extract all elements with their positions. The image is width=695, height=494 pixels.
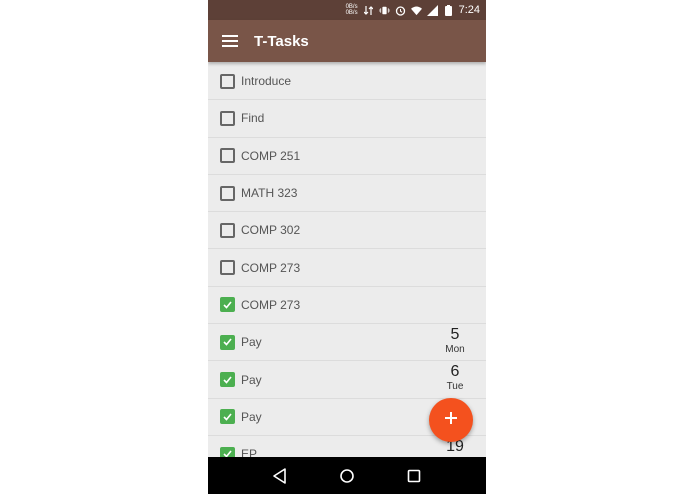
wifi-icon [410, 5, 422, 16]
checkmark-icon [223, 338, 232, 346]
task-row[interactable]: COMP 273 [208, 249, 486, 287]
task-checkbox[interactable] [220, 260, 235, 276]
task-checkbox-checked[interactable] [220, 409, 235, 425]
task-row[interactable]: COMP 251 [208, 138, 486, 175]
task-label: COMP 251 [241, 148, 301, 163]
system-nav-bar [208, 457, 486, 494]
task-checkbox[interactable] [220, 110, 235, 126]
task-label: Pay [241, 409, 262, 424]
task-checkbox[interactable] [220, 222, 235, 238]
battery-icon [443, 4, 454, 16]
task-due-date: 6 Tue [440, 363, 470, 393]
network-speed: 0B/s 0B/s [346, 4, 358, 16]
task-label: Pay [241, 335, 262, 350]
alarm-icon [395, 5, 406, 16]
recents-icon[interactable] [402, 464, 426, 488]
task-label: Pay [241, 372, 262, 387]
task-label: COMP 302 [241, 223, 301, 238]
due-date-number: 5 [450, 326, 460, 344]
app-bar: T-Tasks [208, 20, 486, 62]
task-label: EP [241, 447, 258, 457]
plus-icon [444, 411, 458, 430]
phone-screen: 0B/s 0B/s 7:24 T-Tasks Introduce Find COMP… [208, 0, 486, 494]
vibrate-icon [378, 5, 390, 16]
home-icon[interactable] [335, 464, 359, 488]
task-row[interactable]: Find [208, 100, 486, 138]
task-row[interactable]: Pay 5 Mon [208, 324, 486, 362]
task-checkbox-checked[interactable] [220, 446, 235, 457]
checkmark-icon [223, 376, 232, 384]
due-date-number: 6 [450, 363, 460, 381]
task-checkbox-checked[interactable] [220, 372, 235, 388]
add-task-button[interactable] [429, 398, 473, 442]
task-label: MATH 323 [241, 186, 298, 201]
due-date-weekday: Mon [445, 344, 465, 356]
checkmark-icon [223, 450, 232, 457]
task-checkbox-checked[interactable] [220, 334, 235, 350]
task-label: COMP 273 [241, 297, 301, 312]
signal-icon [426, 4, 438, 16]
task-checkbox[interactable] [220, 73, 235, 89]
task-row[interactable]: MATH 323 [208, 175, 486, 213]
task-label: Find [241, 111, 265, 126]
task-due-date: 5 Mon [440, 326, 470, 356]
task-checkbox[interactable] [220, 185, 235, 201]
status-bar: 0B/s 0B/s 7:24 [208, 0, 486, 20]
task-checkbox-checked[interactable] [220, 297, 235, 313]
hamburger-menu-icon[interactable] [208, 20, 252, 62]
data-transfer-icon [363, 5, 374, 16]
checkmark-icon [223, 413, 232, 421]
task-row[interactable]: COMP 273 [208, 287, 486, 325]
task-label: COMP 273 [241, 260, 301, 275]
clock-time: 7:24 [458, 4, 480, 16]
task-checkbox[interactable] [220, 148, 235, 164]
task-row[interactable]: COMP 302 [208, 212, 486, 250]
due-date-weekday: Tue [446, 381, 464, 393]
task-row[interactable]: Pay 6 Tue [208, 361, 486, 399]
checkmark-icon [223, 301, 232, 309]
task-label: Introduce [241, 74, 292, 89]
net-down-speed: 0B/s [345, 10, 358, 16]
app-title: T-Tasks [254, 32, 309, 50]
back-icon[interactable] [268, 464, 292, 488]
task-row[interactable]: Introduce [208, 63, 486, 101]
